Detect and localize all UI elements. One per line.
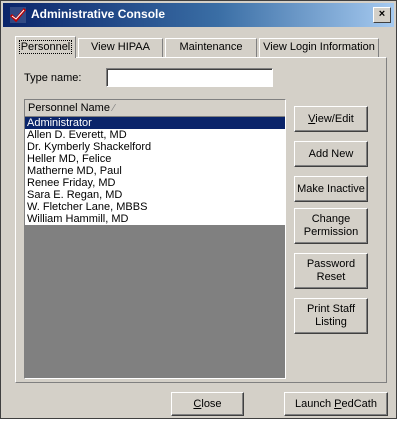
view-edit-label: iew/Edit — [315, 112, 354, 125]
list-item[interactable]: Dr. Kymberly Shackelford — [25, 141, 285, 153]
list-item[interactable]: Administrator — [25, 117, 285, 129]
change-permission-button[interactable]: Change Permission — [294, 208, 368, 244]
list-item[interactable]: Matherne MD, Paul — [25, 165, 285, 177]
list-item[interactable]: Renee Friday, MD — [25, 177, 285, 189]
change-permission-line1: Change — [311, 213, 351, 225]
list-item[interactable]: William Hammill, MD — [25, 213, 285, 225]
make-inactive-button[interactable]: Make Inactive — [294, 176, 368, 202]
list-item[interactable]: W. Fletcher Lane, MBBS — [25, 201, 285, 213]
tab-view-login-label: View Login Information — [263, 41, 375, 53]
personnel-rows: Administrator Allen D. Everett, MD Dr. K… — [25, 117, 285, 225]
add-new-label: Add New — [308, 147, 354, 160]
list-item[interactable]: Allen D. Everett, MD — [25, 129, 285, 141]
launch-label-prefix: Launch — [295, 397, 335, 410]
view-edit-button[interactable]: View/Edit — [294, 106, 368, 132]
tab-view-login-information[interactable]: View Login Information — [259, 38, 379, 57]
type-name-label: Type name: — [24, 72, 82, 84]
list-item[interactable]: Heller MD, Felice — [25, 153, 285, 165]
window-title: Administrative Console — [31, 7, 166, 21]
admin-console-window: Administrative Console × Personnel View … — [0, 0, 397, 419]
password-reset-button[interactable]: Password Reset — [294, 253, 368, 289]
launch-pedcath-button[interactable]: Launch PedCath — [284, 392, 388, 416]
sort-ascending-icon: ⁄ — [112, 103, 115, 114]
personnel-list[interactable]: Personnel Name ⁄ Administrator Allen D. E… — [24, 99, 286, 379]
close-icon[interactable]: × — [373, 7, 391, 23]
tab-maintenance[interactable]: Maintenance — [165, 38, 257, 57]
tab-maintenance-label: Maintenance — [179, 41, 243, 53]
make-inactive-label: Make Inactive — [297, 182, 365, 195]
print-staff-line1: Print Staff — [306, 303, 356, 315]
list-item[interactable]: Sara E. Regan, MD — [25, 189, 285, 201]
launch-label-rest: edCath — [341, 397, 377, 410]
add-new-button[interactable]: Add New — [294, 141, 368, 167]
print-staff-line2: Listing — [315, 316, 347, 328]
personnel-name-column-header[interactable]: Personnel Name ⁄ — [25, 100, 285, 117]
close-label: lose — [201, 397, 222, 410]
password-reset-line2: Reset — [316, 271, 346, 283]
tab-view-hipaa[interactable]: View HIPAA — [78, 38, 163, 57]
title-bar[interactable]: Administrative Console × — [3, 3, 394, 27]
type-name-input[interactable] — [106, 68, 273, 87]
print-staff-listing-button[interactable]: Print Staff Listing — [294, 298, 368, 334]
change-permission-line2: Permission — [303, 226, 359, 238]
password-reset-line1: Password — [306, 258, 356, 270]
tab-personnel-label: Personnel — [18, 40, 73, 54]
checkmark-app-icon — [9, 7, 27, 23]
launch-access-key: P — [334, 397, 342, 410]
tab-personnel[interactable]: Personnel — [15, 36, 76, 58]
close-button[interactable]: Close — [171, 392, 244, 416]
tab-view-hipaa-label: View HIPAA — [91, 41, 150, 53]
personnel-panel: Type name: Personnel Name ⁄ Administrator… — [15, 57, 387, 383]
column-header-label: Personnel Name — [28, 102, 110, 114]
